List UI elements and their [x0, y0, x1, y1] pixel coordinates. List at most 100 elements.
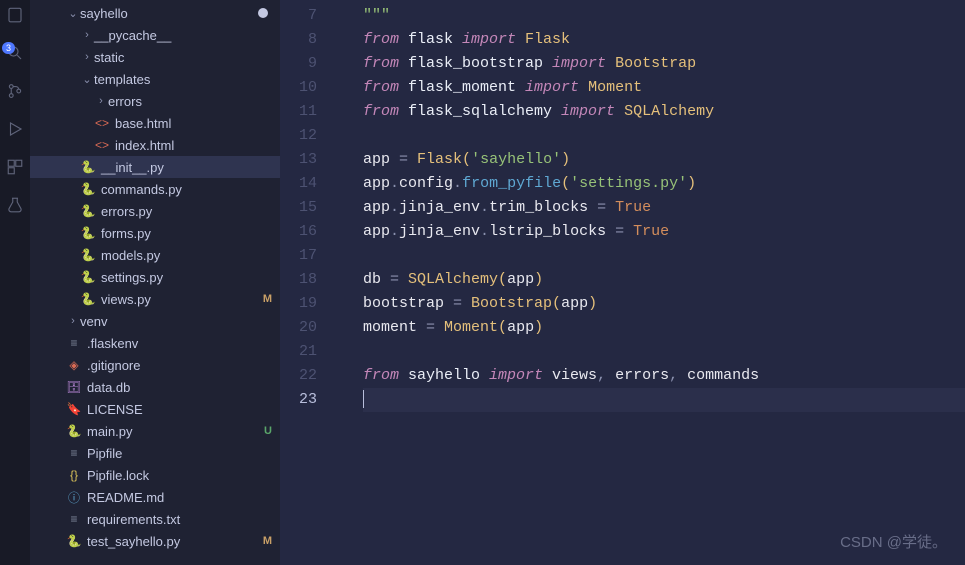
file-name-label: sayhello	[80, 6, 258, 21]
file-test-sayhello-py[interactable]: 🐍 test_sayhello.py M	[30, 530, 280, 552]
file-icon: 🐍	[80, 182, 96, 196]
folder-sayhello[interactable]: ⌄sayhello	[30, 2, 280, 24]
modified-dot-icon	[258, 8, 268, 18]
file-data-db[interactable]: 🗄data.db	[30, 376, 280, 398]
file-commands-py[interactable]: 🐍 commands.py	[30, 178, 280, 200]
file-icon: 🐍	[80, 204, 96, 218]
file-name-label: errors	[108, 94, 272, 109]
git-status-badge: U	[264, 425, 272, 437]
line-number: 22	[280, 364, 317, 388]
code-line[interactable]: app = Flask('sayhello')	[363, 148, 965, 172]
code-line[interactable]	[363, 340, 965, 364]
folder-static[interactable]: ›static	[30, 46, 280, 68]
folder-templates[interactable]: ⌄templates	[30, 68, 280, 90]
code-editor[interactable]: 7891011121314151617181920212223 """from …	[280, 0, 965, 565]
code-line[interactable]: from flask_sqlalchemy import SQLAlchemy	[363, 100, 965, 124]
file-readme-md[interactable]: ⓘ README.md	[30, 486, 280, 508]
file-models-py[interactable]: 🐍models.py	[30, 244, 280, 266]
file-icon: ⓘ	[66, 489, 82, 506]
folder-errors[interactable]: ›errors	[30, 90, 280, 112]
file-views-py[interactable]: 🐍views.pyM	[30, 288, 280, 310]
code-area[interactable]: """from flask import Flaskfrom flask_boo…	[335, 0, 965, 565]
file-name-label: Pipfile.lock	[87, 468, 272, 483]
file-explorer[interactable]: ⌄sayhello›__pycache__›static⌄templates›e…	[30, 0, 280, 565]
file--flaskenv[interactable]: ≡.flaskenv	[30, 332, 280, 354]
file-icon: <>	[94, 116, 110, 130]
extensions-icon[interactable]	[6, 158, 24, 176]
file-icon: ◈	[66, 358, 82, 372]
line-number: 19	[280, 292, 317, 316]
file-pipfile[interactable]: ≡Pipfile	[30, 442, 280, 464]
file-index-html[interactable]: <>index.html	[30, 134, 280, 156]
file-icon: 🔖	[66, 402, 82, 416]
scm-icon[interactable]	[6, 82, 24, 100]
code-line[interactable]: bootstrap = Bootstrap(app)	[363, 292, 965, 316]
line-gutter: 7891011121314151617181920212223	[280, 0, 335, 565]
file-icon: 🐍	[66, 424, 82, 438]
code-line[interactable]: app.jinja_env.trim_blocks = True	[363, 196, 965, 220]
chevron-right-icon: ›	[94, 95, 108, 107]
code-line[interactable]: from flask_moment import Moment	[363, 76, 965, 100]
test-icon[interactable]	[6, 196, 24, 214]
file-name-label: main.py	[87, 424, 260, 439]
file-name-label: models.py	[101, 248, 272, 263]
chevron-right-icon: ›	[66, 315, 80, 327]
file-requirements-txt[interactable]: ≡requirements.txt	[30, 508, 280, 530]
file-icon: 🐍	[80, 160, 96, 174]
code-line[interactable]	[363, 124, 965, 148]
line-number: 8	[280, 28, 317, 52]
line-number: 12	[280, 124, 317, 148]
code-line[interactable]: from flask import Flask	[363, 28, 965, 52]
code-line[interactable]: from flask_bootstrap import Bootstrap	[363, 52, 965, 76]
file-name-label: data.db	[87, 380, 272, 395]
file-name-label: venv	[80, 314, 272, 329]
file-name-label: commands.py	[101, 182, 272, 197]
explorer-icon[interactable]	[6, 6, 24, 24]
chevron-down-icon: ⌄	[66, 7, 80, 20]
file-main-py[interactable]: 🐍 main.py U	[30, 420, 280, 442]
file-forms-py[interactable]: 🐍forms.py	[30, 222, 280, 244]
file--gitignore[interactable]: ◈ .gitignore	[30, 354, 280, 376]
file-base-html[interactable]: <> base.html	[30, 112, 280, 134]
file-name-label: base.html	[115, 116, 272, 131]
code-line[interactable]: moment = Moment(app)	[363, 316, 965, 340]
code-line[interactable]: from sayhello import views, errors, comm…	[363, 364, 965, 388]
git-status-badge: M	[263, 535, 272, 547]
scm-badge: 3	[2, 42, 15, 54]
line-number: 14	[280, 172, 317, 196]
file-name-label: .gitignore	[87, 358, 272, 373]
file-name-label: .flaskenv	[87, 336, 272, 351]
chevron-right-icon: ›	[80, 29, 94, 41]
file-license[interactable]: 🔖LICENSE	[30, 398, 280, 420]
file-errors-py[interactable]: 🐍errors.py	[30, 200, 280, 222]
code-line[interactable]: """	[363, 4, 965, 28]
file-pipfile-lock[interactable]: {} Pipfile.lock	[30, 464, 280, 486]
chevron-down-icon: ⌄	[80, 73, 94, 86]
file--init-py[interactable]: 🐍 __init__.py	[30, 156, 280, 178]
file-icon: 🐍	[80, 226, 96, 240]
code-line[interactable]: app.config.from_pyfile('settings.py')	[363, 172, 965, 196]
file-name-label: templates	[94, 72, 272, 87]
file-name-label: requirements.txt	[87, 512, 272, 527]
line-number: 10	[280, 76, 317, 100]
code-line[interactable]	[363, 244, 965, 268]
code-line[interactable]	[363, 388, 965, 412]
code-line[interactable]: db = SQLAlchemy(app)	[363, 268, 965, 292]
file-name-label: views.py	[101, 292, 259, 307]
file-name-label: test_sayhello.py	[87, 534, 259, 549]
line-number: 16	[280, 220, 317, 244]
debug-icon[interactable]	[6, 120, 24, 138]
file-name-label: static	[94, 50, 272, 65]
watermark: CSDN @学徒。	[840, 531, 947, 555]
file-icon: 🐍	[66, 534, 82, 548]
line-number: 11	[280, 100, 317, 124]
folder--pycache-[interactable]: ›__pycache__	[30, 24, 280, 46]
file-icon: {}	[66, 468, 82, 482]
folder-venv[interactable]: ›venv	[30, 310, 280, 332]
file-name-label: README.md	[87, 490, 272, 505]
code-line[interactable]: app.jinja_env.lstrip_blocks = True	[363, 220, 965, 244]
file-name-label: index.html	[115, 138, 272, 153]
file-name-label: __pycache__	[94, 28, 272, 43]
file-settings-py[interactable]: 🐍settings.py	[30, 266, 280, 288]
file-name-label: __init__.py	[101, 160, 272, 175]
